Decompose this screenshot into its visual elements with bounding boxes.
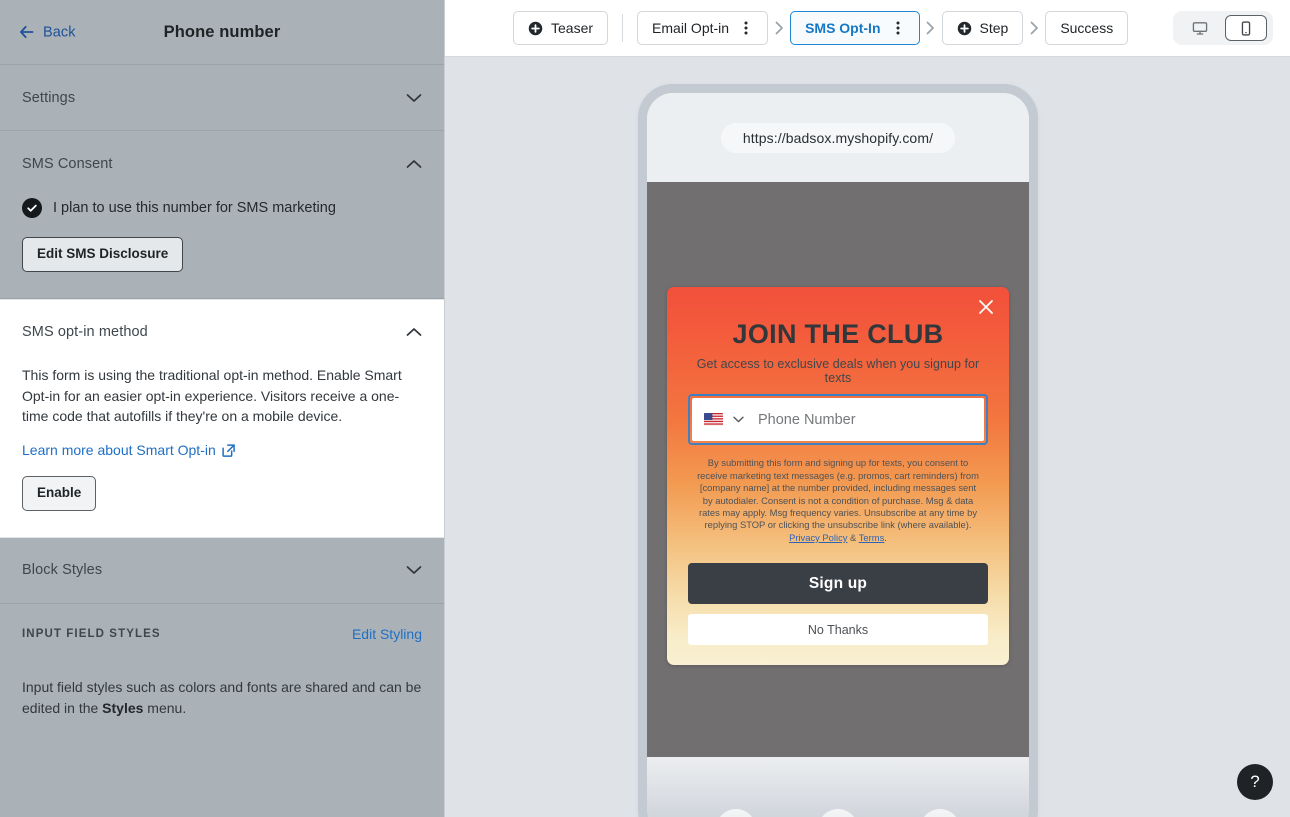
- step-separator-icon: [920, 21, 942, 35]
- phone-input-placeholder: Phone Number: [758, 411, 856, 428]
- step-sms-optin-label: SMS Opt-In: [805, 20, 881, 36]
- desktop-monitor-icon: [1192, 20, 1208, 37]
- sms-marketing-checkbox-row[interactable]: I plan to use this number for SMS market…: [22, 198, 422, 218]
- learn-more-smart-optin-link[interactable]: Learn more about Smart Opt-in: [22, 442, 235, 458]
- section-settings-title: Settings: [22, 89, 76, 106]
- chevron-down-icon[interactable]: [406, 565, 422, 575]
- checkbox-checked-icon[interactable]: [22, 198, 42, 218]
- nav-dot-icon: [716, 809, 756, 817]
- kebab-menu-icon[interactable]: [889, 20, 905, 36]
- step-separator-icon: [1023, 21, 1045, 35]
- disclosure-end: .: [884, 531, 887, 543]
- popup-subtitle: Get access to exclusive deals when you s…: [696, 357, 980, 386]
- kebab-menu-icon[interactable]: [737, 20, 753, 36]
- step-sms-optin[interactable]: SMS Opt-In: [790, 11, 920, 45]
- step-success[interactable]: Success: [1045, 11, 1129, 45]
- popup-title: JOIN THE CLUB: [732, 319, 944, 349]
- step-separator-icon: [768, 21, 790, 35]
- us-flag-icon: [704, 413, 723, 427]
- nav-dot-icon: [818, 809, 858, 817]
- section-block-styles-header[interactable]: Block Styles: [0, 538, 444, 603]
- step-teaser-label: Teaser: [551, 20, 594, 36]
- url-text[interactable]: https://badsox.myshopify.com/: [720, 122, 956, 153]
- country-chevron-down-icon[interactable]: [733, 416, 744, 423]
- step-teaser[interactable]: Teaser: [513, 11, 609, 45]
- step-toolbar: Teaser Email Opt-in SMS Opt-In Step Succ…: [445, 0, 1290, 57]
- edit-styling-link[interactable]: Edit Styling: [352, 626, 422, 642]
- sms-disclosure-text: By submitting this form and signing up f…: [688, 457, 988, 544]
- section-settings: Settings: [0, 65, 444, 131]
- input-field-styles-description: Input field styles such as colors and fo…: [22, 677, 422, 719]
- desc-part-2: menu.: [143, 699, 187, 716]
- phone-screen: https://badsox.myshopify.com/ JOIN THE C…: [647, 93, 1029, 817]
- desc-bold: Styles: [102, 699, 144, 716]
- phone-frame: https://badsox.myshopify.com/ JOIN THE C…: [638, 84, 1038, 817]
- device-preview-toggle: [1173, 11, 1273, 45]
- chevron-up-icon[interactable]: [406, 159, 422, 169]
- section-sms-optin-method: SMS opt-in method This form is using the…: [0, 298, 444, 538]
- section-settings-header[interactable]: Settings: [0, 65, 444, 130]
- settings-sidebar: Back Phone number Settings SMS Consent I…: [0, 0, 445, 817]
- disclosure-amp: &: [847, 531, 859, 543]
- section-sms-optin-title: SMS opt-in method: [22, 324, 148, 341]
- edit-sms-disclosure-button[interactable]: Edit SMS Disclosure: [22, 237, 184, 272]
- plus-circle-icon: [528, 21, 543, 36]
- phone-bottom-bar: [647, 757, 1029, 817]
- no-thanks-button[interactable]: No Thanks: [688, 614, 988, 646]
- sms-optin-description: This form is using the traditional opt-i…: [22, 366, 402, 425]
- preview-canvas: https://badsox.myshopify.com/ JOIN THE C…: [445, 57, 1290, 817]
- step-success-label: Success: [1060, 20, 1114, 36]
- signup-popup: JOIN THE CLUB Get access to exclusive de…: [667, 287, 1009, 666]
- section-sms-optin-header[interactable]: SMS opt-in method: [0, 300, 444, 365]
- chevron-down-icon[interactable]: [406, 93, 422, 103]
- section-input-field-styles: INPUT FIELD STYLES Edit Styling Input fi…: [0, 603, 444, 817]
- back-label: Back: [43, 24, 76, 40]
- main-area: Teaser Email Opt-in SMS Opt-In Step Succ…: [445, 0, 1290, 817]
- step-email-optin-label: Email Opt-in: [652, 20, 730, 36]
- page-overlay-backdrop: JOIN THE CLUB Get access to exclusive de…: [647, 182, 1029, 757]
- section-sms-optin-body: This form is using the traditional opt-i…: [0, 365, 444, 537]
- input-field-styles-title: INPUT FIELD STYLES: [22, 627, 161, 640]
- back-button[interactable]: Back: [18, 24, 76, 41]
- plus-circle-icon: [957, 21, 972, 36]
- section-sms-consent-body: I plan to use this number for SMS market…: [0, 198, 444, 298]
- sms-marketing-checkbox-label: I plan to use this number for SMS market…: [53, 200, 336, 216]
- nav-dot-icon: [920, 809, 960, 817]
- privacy-policy-link[interactable]: Privacy Policy: [789, 532, 847, 543]
- input-field-styles-header: INPUT FIELD STYLES Edit Styling: [22, 626, 422, 642]
- section-sms-consent-header[interactable]: SMS Consent: [0, 131, 444, 196]
- section-sms-consent-title: SMS Consent: [22, 155, 113, 172]
- section-sms-consent: SMS Consent I plan to use this number fo…: [0, 131, 444, 299]
- disclosure-body: By submitting this form and signing up f…: [697, 457, 979, 531]
- step-add-step[interactable]: Step: [941, 11, 1024, 45]
- back-arrow-icon: [18, 24, 35, 41]
- signup-button[interactable]: Sign up: [688, 563, 988, 605]
- help-button[interactable]: ?: [1237, 764, 1273, 800]
- browser-url-bar: https://badsox.myshopify.com/: [647, 93, 1029, 182]
- step-add-step-label: Step: [979, 20, 1009, 36]
- section-block-styles: Block Styles: [0, 537, 444, 604]
- sidebar-header: Back Phone number: [0, 0, 444, 65]
- step-list: Teaser Email Opt-in SMS Opt-In Step Succ…: [513, 11, 1129, 45]
- phone-number-input[interactable]: Phone Number: [692, 398, 984, 442]
- learn-more-label: Learn more about Smart Opt-in: [22, 442, 216, 458]
- chevron-up-icon[interactable]: [406, 327, 422, 337]
- terms-link[interactable]: Terms: [859, 532, 885, 543]
- close-icon[interactable]: [976, 297, 996, 317]
- mobile-phone-icon: [1238, 20, 1254, 37]
- phone-input-selection-outline[interactable]: Phone Number: [688, 394, 988, 446]
- app-root: Back Phone number Settings SMS Consent I…: [0, 0, 1290, 817]
- step-email-optin[interactable]: Email Opt-in: [637, 11, 769, 45]
- section-block-styles-title: Block Styles: [22, 562, 103, 579]
- desc-part-1: Input field styles such as colors and fo…: [22, 678, 422, 716]
- external-link-icon: [222, 443, 235, 457]
- enable-smart-optin-button[interactable]: Enable: [22, 476, 97, 511]
- toolbar-divider: [622, 14, 624, 42]
- desktop-preview-button[interactable]: [1179, 15, 1221, 41]
- mobile-preview-button[interactable]: [1225, 15, 1267, 41]
